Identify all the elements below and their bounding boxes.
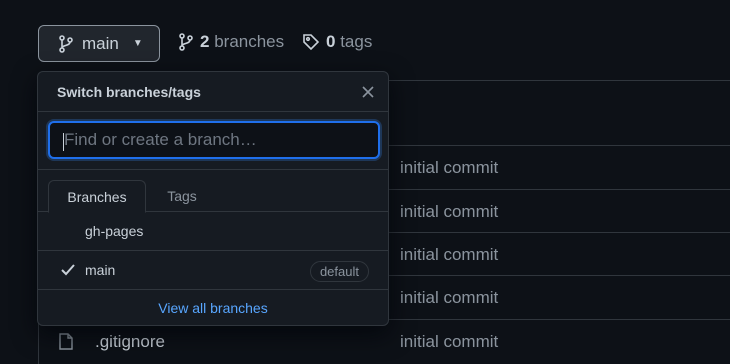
dropdown-header: Switch branches/tags — [38, 72, 388, 112]
dropdown-filter — [38, 112, 388, 170]
repo-page: main ▼ 2 branches 0 tags initial commit — [0, 0, 730, 364]
tab-branches[interactable]: Branches — [48, 180, 146, 213]
commit-message[interactable]: initial commit — [400, 332, 498, 352]
branch-item-main[interactable]: main default — [38, 251, 388, 290]
branch-button-label: main — [82, 33, 119, 53]
default-badge: default — [309, 261, 369, 282]
branch-switcher-dropdown: Switch branches/tags Branches Tags gh-pa… — [37, 71, 389, 326]
dropdown-tabs: Branches Tags — [38, 170, 388, 213]
branch-item-label: gh-pages — [85, 223, 144, 239]
branch-item-gh-pages[interactable]: gh-pages — [38, 212, 388, 251]
file-icon — [59, 333, 73, 355]
view-all-branches-link[interactable]: View all branches — [158, 300, 267, 316]
commit-message[interactable]: initial commit — [400, 245, 498, 265]
commit-message[interactable]: initial commit — [400, 288, 498, 308]
branches-count: 2 — [200, 32, 210, 51]
tag-icon — [302, 33, 320, 51]
commit-message[interactable]: initial commit — [400, 202, 498, 222]
commit-message[interactable]: initial commit — [400, 158, 498, 178]
file-name[interactable]: .gitignore — [95, 332, 165, 352]
close-icon[interactable] — [360, 84, 376, 100]
triangle-down-icon: ▼ — [132, 38, 143, 49]
tags-count: 0 — [326, 32, 336, 51]
git-branch-icon — [178, 33, 194, 51]
tags-label: tags — [340, 32, 373, 51]
git-branch-icon — [58, 34, 74, 53]
text-cursor — [63, 133, 64, 151]
tags-link[interactable]: 0 tags — [302, 32, 372, 52]
branch-search-input[interactable] — [48, 121, 380, 159]
branch-item-label: main — [85, 262, 116, 278]
branches-label: branches — [214, 32, 285, 51]
branch-select-button[interactable]: main ▼ — [38, 25, 160, 62]
branches-link[interactable]: 2 branches — [178, 32, 284, 52]
dropdown-title: Switch branches/tags — [57, 84, 201, 100]
tab-tags[interactable]: Tags — [156, 180, 208, 212]
dropdown-footer: View all branches — [38, 290, 388, 325]
check-icon — [60, 263, 76, 282]
